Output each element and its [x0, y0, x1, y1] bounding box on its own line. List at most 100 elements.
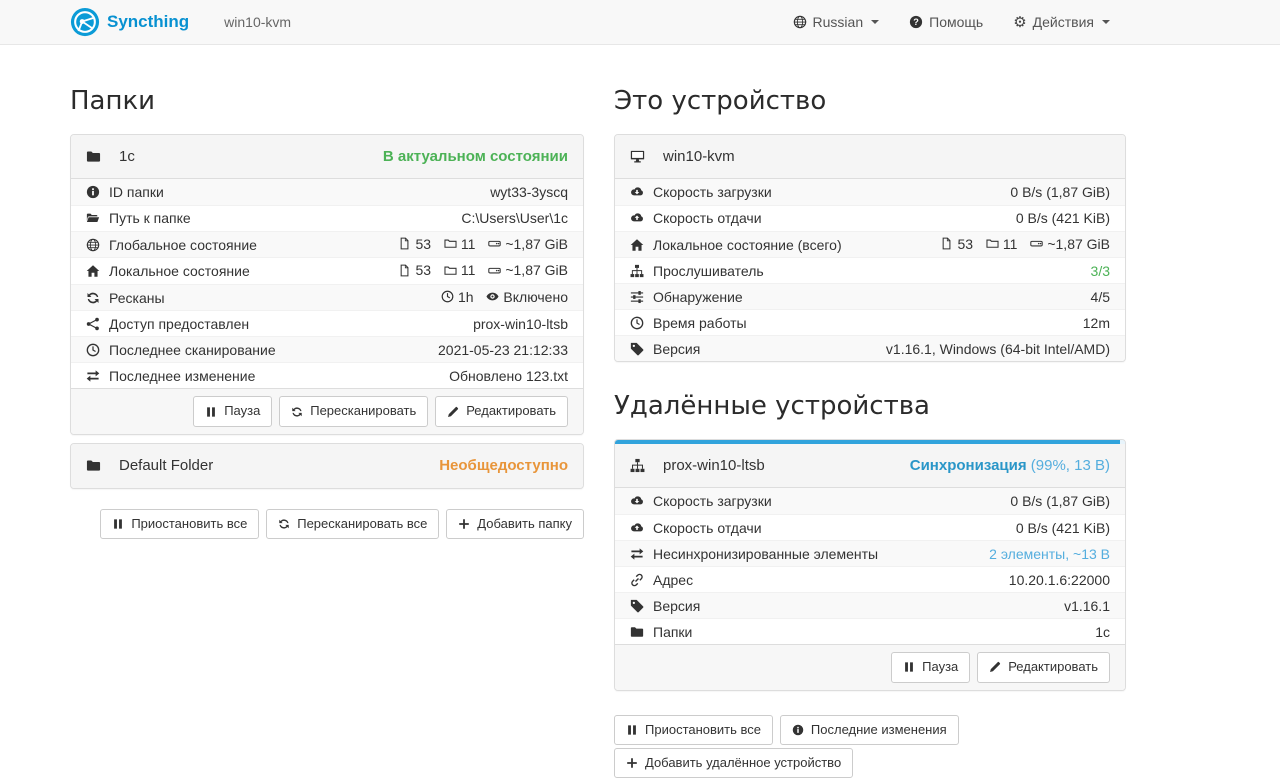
row-upload-rate: Скорость отдачи 0 B/s (421 KiB) — [615, 205, 1125, 231]
row-value: prox-win10-ltsb — [473, 316, 568, 332]
remote-device-details: Скорость загрузки 0 B/s (1,87 GiB) Скоро… — [615, 488, 1125, 644]
row-folder-id: ID папки wyt33-3yscq — [71, 179, 583, 205]
hdd-icon — [488, 264, 501, 277]
row-value: 1c — [1095, 624, 1110, 640]
row-value[interactable]: 4/5 — [1091, 289, 1110, 305]
row-label: Скорость отдачи — [653, 520, 762, 536]
this-device-panel: win10-kvm Скорость загрузки 0 B/s (1,87 … — [614, 134, 1126, 363]
tag-icon — [630, 599, 644, 613]
row-label: Путь к папке — [109, 210, 191, 226]
chevron-down-icon — [1102, 20, 1110, 24]
add-remote-device-button[interactable]: Добавить удалённое устройство — [614, 748, 853, 778]
actions-label: Действия — [1033, 14, 1094, 30]
row-value: 0 B/s (421 KiB) — [1016, 210, 1110, 226]
row-label: Скорость загрузки — [653, 184, 772, 200]
home-icon — [630, 238, 644, 252]
row-version: Версия v1.16.1, Windows (64-bit Intel/AM… — [615, 335, 1125, 361]
eye-icon — [486, 290, 499, 303]
refresh-icon — [278, 518, 290, 530]
link-icon — [630, 573, 644, 587]
folder-default-header[interactable]: Default Folder Необщедоступно — [71, 444, 583, 488]
remote-device-header[interactable]: prox-win10-ltsb Синхронизация (99%, 13 B… — [615, 444, 1125, 488]
folder-icon — [630, 625, 644, 639]
row-discovery: Обнаружение 4/5 — [615, 283, 1125, 309]
folder-panel-1c: 1c В актуальном состоянии ID папки wyt33… — [70, 134, 584, 435]
pause-all-folders-button[interactable]: Приостановить все — [100, 509, 259, 539]
pause-device-button[interactable]: Пауза — [891, 652, 970, 682]
actions-menu[interactable]: ⚙ Действия — [1013, 14, 1110, 30]
sitemap-icon — [630, 458, 645, 473]
remote-device-panel: prox-win10-ltsb Синхронизация (99%, 13 B… — [614, 439, 1126, 690]
edit-folder-button[interactable]: Редактировать — [435, 396, 568, 426]
edit-device-button[interactable]: Редактировать — [977, 652, 1110, 682]
folder-icon — [444, 237, 457, 250]
cloud-download-icon — [630, 185, 644, 199]
row-global-state: Глобальное состояние 53 11 ~1,87 GiB — [71, 231, 583, 258]
add-folder-button[interactable]: Добавить папку — [446, 509, 584, 539]
row-last-scan: Последнее сканирование 2021-05-23 21:12:… — [71, 336, 583, 362]
clock-icon — [630, 316, 644, 330]
row-label: Локальное состояние (всего) — [653, 237, 842, 253]
remote-actions-rows: Приостановить все Последние изменения До… — [614, 715, 1126, 779]
row-value: v1.16.1 — [1064, 598, 1110, 614]
chevron-down-icon — [871, 20, 879, 24]
row-value: Обновлено 123.txt — [449, 368, 568, 384]
row-value: 12m — [1083, 315, 1110, 331]
syncthing-logo — [70, 7, 100, 37]
row-value: 0 B/s (1,87 GiB) — [1010, 493, 1110, 509]
navbar: Syncthing win10-kvm Russian Помощь ⚙ Дей… — [0, 0, 1280, 45]
row-label: Время работы — [653, 315, 747, 331]
out-of-sync-link[interactable]: 2 элементы, ~13 B — [989, 546, 1110, 562]
folder-open-icon — [86, 211, 100, 225]
folder-icon — [86, 458, 101, 473]
folder-icon — [986, 237, 999, 250]
language-label: Russian — [813, 14, 864, 30]
pause-icon — [626, 724, 638, 736]
sliders-icon — [630, 290, 644, 304]
hdd-icon — [1030, 237, 1043, 250]
pause-all-devices-button[interactable]: Приостановить все — [614, 715, 773, 745]
folder-1c-details: ID папки wyt33-3yscq Путь к папке C:\Use… — [71, 179, 583, 389]
info-icon — [792, 724, 804, 736]
pause-icon — [112, 518, 124, 530]
rescan-folder-button[interactable]: Пересканировать — [279, 396, 428, 426]
row-value: 0 B/s (421 KiB) — [1016, 520, 1110, 536]
device-name: win10-kvm — [663, 148, 735, 165]
file-icon — [940, 237, 953, 250]
hdd-icon — [488, 237, 501, 250]
row-address: Адрес 10.20.1.6:22000 — [615, 566, 1125, 592]
folder-status-badge: В актуальном состоянии — [383, 148, 568, 165]
folder-1c-header[interactable]: 1c В актуальном состоянии — [71, 135, 583, 179]
clock-icon — [441, 290, 454, 303]
clock-icon — [86, 343, 100, 357]
gear-icon: ⚙ — [1013, 15, 1026, 30]
globe-icon — [86, 238, 100, 252]
row-label: Несинхронизированные элементы — [653, 546, 878, 562]
row-value: 2021-05-23 21:12:33 — [438, 342, 568, 358]
row-label: ID папки — [109, 184, 164, 200]
device-status-badge: Синхронизация (99%, 13 B) — [910, 457, 1110, 474]
rescan-all-folders-button[interactable]: Пересканировать все — [266, 509, 439, 539]
help-link[interactable]: Помощь — [909, 14, 983, 30]
folder-status-badge: Необщедоступно — [439, 457, 568, 474]
row-version: Версия v1.16.1 — [615, 592, 1125, 618]
cloud-upload-icon — [630, 521, 644, 535]
refresh-icon — [291, 406, 303, 418]
navbar-device-title: win10-kvm — [224, 14, 291, 30]
exchange-icon — [630, 547, 644, 561]
row-value: v1.16.1, Windows (64-bit Intel/AMD) — [886, 341, 1110, 357]
share-icon — [86, 317, 100, 331]
pause-folder-button[interactable]: Пауза — [193, 396, 272, 426]
row-download-rate: Скорость загрузки 0 B/s (1,87 GiB) — [615, 488, 1125, 514]
row-value: wyt33-3yscq — [490, 184, 568, 200]
row-value: 3/3 — [1091, 263, 1110, 279]
this-device-header[interactable]: win10-kvm — [615, 135, 1125, 179]
recent-changes-button[interactable]: Последние изменения — [780, 715, 959, 745]
pencil-icon — [447, 406, 459, 418]
row-label: Обнаружение — [653, 289, 743, 305]
language-menu[interactable]: Russian — [793, 14, 880, 30]
row-label: Последнее сканирование — [109, 342, 276, 358]
row-out-of-sync: Несинхронизированные элементы 2 элементы… — [615, 540, 1125, 566]
brand-link[interactable]: Syncthing — [70, 7, 189, 37]
row-rescans: Ресканы 1h Включено — [71, 284, 583, 311]
